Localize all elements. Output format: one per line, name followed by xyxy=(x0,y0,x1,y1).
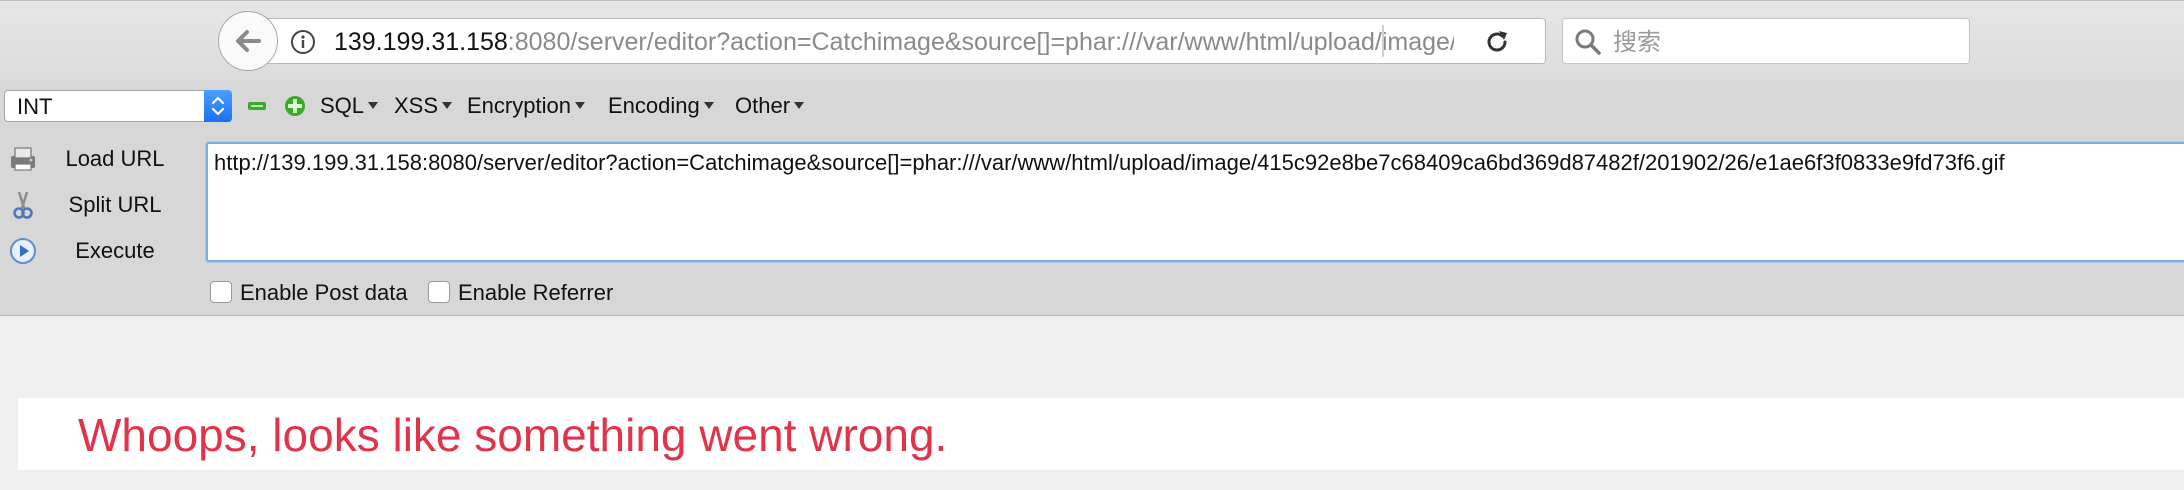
execute-button[interactable]: Execute xyxy=(0,232,200,272)
split-url-label: Split URL xyxy=(68,192,162,217)
dropdown-caret-icon xyxy=(794,102,805,109)
reload-icon xyxy=(1487,31,1507,52)
menu-encryption[interactable]: Encryption xyxy=(467,93,585,119)
back-arrow-icon xyxy=(236,30,261,52)
dropdown-caret-icon xyxy=(574,102,585,109)
enable-referrer-checkbox[interactable]: Enable Referrer xyxy=(428,280,613,308)
browser-navigation-bar: 139.199.31.158:8080/server/editor?action… xyxy=(0,0,2184,81)
search-input[interactable] xyxy=(1611,23,1955,61)
menu-other-label: Other xyxy=(735,93,791,118)
select-arrows-icon xyxy=(204,90,232,122)
address-divider xyxy=(1382,25,1384,57)
menu-encoding[interactable]: Encoding xyxy=(608,93,714,119)
plus-icon[interactable] xyxy=(284,95,306,117)
error-message: Whoops, looks like something went wrong. xyxy=(78,409,948,461)
error-panel: Whoops, looks like something went wrong. xyxy=(18,398,2184,470)
scissors-icon xyxy=(13,191,33,219)
play-icon xyxy=(10,238,36,264)
menu-other[interactable]: Other xyxy=(735,93,805,119)
checkbox-post-data[interactable] xyxy=(210,281,232,303)
back-button[interactable] xyxy=(218,11,278,71)
load-url-label: Load URL xyxy=(65,146,165,171)
address-bar[interactable]: 139.199.31.158:8080/server/editor?action… xyxy=(262,18,1546,64)
url-textarea[interactable]: http://139.199.31.158:8080/server/editor… xyxy=(206,142,2184,262)
url-host: 139.199.31.158 xyxy=(334,28,508,56)
menu-xss[interactable]: XSS xyxy=(394,93,453,119)
menu-encoding-label: Encoding xyxy=(608,93,700,118)
menu-xss-label: XSS xyxy=(394,93,439,118)
info-icon[interactable] xyxy=(290,29,316,55)
encoding-select-value: INT xyxy=(17,94,53,119)
dropdown-caret-icon xyxy=(368,102,379,109)
minus-icon[interactable] xyxy=(248,100,266,112)
split-url-button[interactable]: Split URL xyxy=(0,186,200,226)
dropdown-caret-icon xyxy=(442,102,453,109)
search-bar[interactable] xyxy=(1562,18,1970,64)
reload-button[interactable] xyxy=(1480,26,1514,58)
enable-post-data-checkbox[interactable]: Enable Post data xyxy=(210,280,408,308)
enable-referrer-label: Enable Referrer xyxy=(458,280,614,305)
search-icon xyxy=(1575,29,1601,55)
load-url-icon xyxy=(11,147,35,171)
address-text-area[interactable]: 139.199.31.158:8080/server/editor?action… xyxy=(334,19,1454,63)
address-text: 139.199.31.158:8080/server/editor?action… xyxy=(334,28,1454,57)
hackbar-panel: INT SQL XSS Encryption Encoding Other Lo… xyxy=(0,80,2184,316)
execute-label: Execute xyxy=(75,238,155,263)
url-path: :8080/server/editor?action=Catchimage&so… xyxy=(507,28,1454,56)
encoding-select[interactable]: INT xyxy=(4,90,232,122)
load-url-button[interactable]: Load URL xyxy=(0,140,200,180)
dropdown-caret-icon xyxy=(703,102,714,109)
enable-post-data-label: Enable Post data xyxy=(240,280,408,305)
menu-sql[interactable]: SQL xyxy=(320,93,379,119)
checkbox-referrer[interactable] xyxy=(428,281,450,303)
menu-encryption-label: Encryption xyxy=(467,93,571,118)
menu-sql-label: SQL xyxy=(320,93,365,118)
